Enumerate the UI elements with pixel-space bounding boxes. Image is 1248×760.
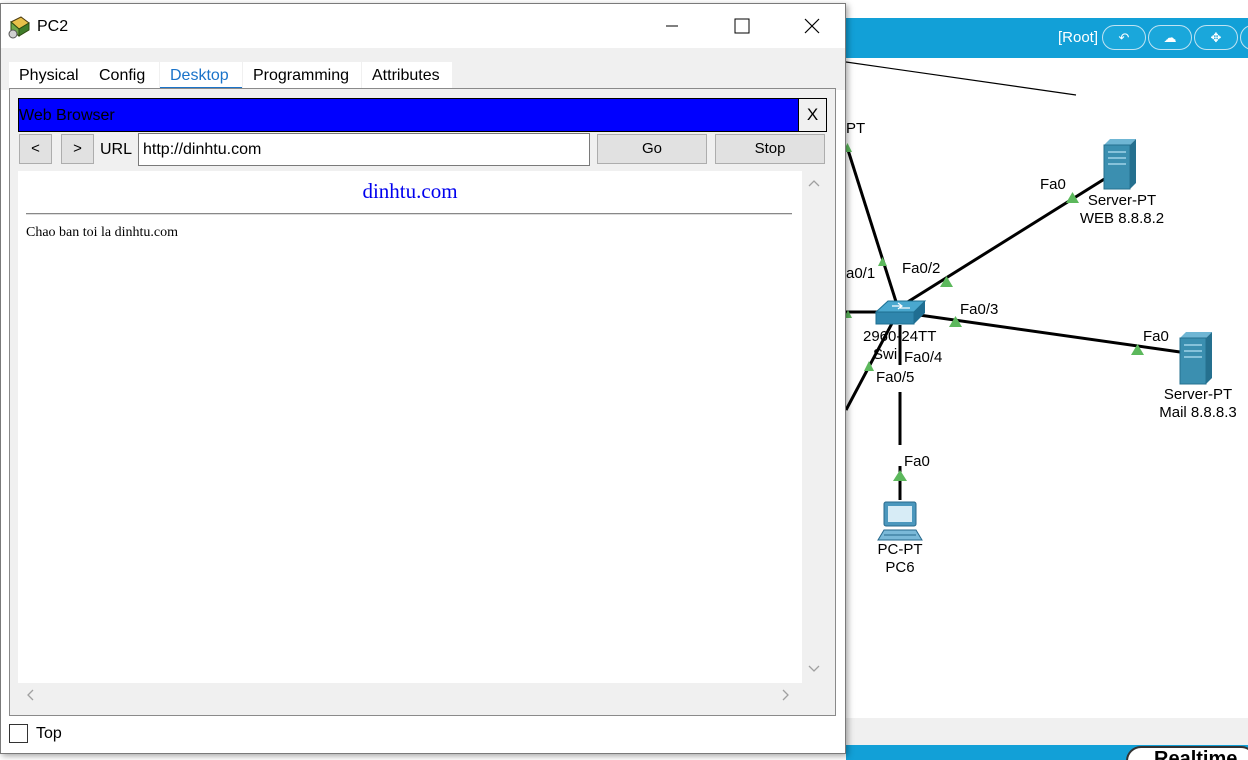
port-label: Fa0/2 [902, 260, 941, 277]
page-heading: dinhtu.com [362, 179, 458, 203]
device-label-partial: PT [846, 120, 866, 137]
server-icon [1179, 332, 1212, 385]
device-type-label: PC-PT [877, 541, 923, 558]
window-title: PC2 [37, 18, 69, 35]
port-label: Fa0/3 [960, 301, 999, 318]
close-button[interactable] [777, 4, 847, 48]
page-body-text: Chao ban toi la dinhtu.com [26, 225, 179, 240]
port-label: a0/1 [846, 265, 876, 282]
horizontal-scrollbar[interactable] [18, 683, 802, 707]
device-type-label: Server-PT [1163, 386, 1233, 403]
vertical-scrollbar[interactable] [802, 171, 826, 683]
tab-attributes[interactable]: Attributes [362, 62, 452, 90]
forward-button[interactable]: > [61, 134, 94, 164]
desktop-panel: Web Browser X < > URL Go Stop dinhtu.com… [9, 88, 836, 716]
device-label-mail-server: Server-PT Mail 8.8.8.3 [1159, 386, 1237, 422]
go-button[interactable]: Go [597, 134, 707, 164]
device-type-label: Server-PT [1087, 192, 1157, 209]
tab-programming[interactable]: Programming [243, 62, 361, 90]
screen: [Root] ↶ ☁ ✥ PT Fa0 Server-PT WEB 8.8.8.… [0, 0, 1248, 760]
web-browser-titlebar: Web Browser X [18, 98, 827, 132]
pc2-device-window: PC2 Physical Config Desktop Programming … [0, 3, 846, 754]
url-input[interactable] [138, 133, 590, 166]
tab-config[interactable]: Config [89, 62, 159, 90]
port-label: Fa0 [1143, 328, 1169, 345]
device-label-pc6: PC-PT PC6 [878, 541, 923, 577]
maximize-icon [734, 18, 750, 34]
maximize-button[interactable] [707, 4, 777, 48]
port-label: Fa0 [1040, 176, 1066, 193]
realtime-label: Realtime [1154, 748, 1238, 760]
url-label: URL [100, 141, 133, 158]
pc-config-icon [8, 16, 30, 39]
server-icon [1103, 139, 1136, 190]
page-divider [26, 213, 792, 215]
port-label: Fa0 [904, 453, 930, 470]
port-indicator-fa0-1 [878, 257, 887, 266]
scroll-right-icon[interactable] [782, 689, 790, 701]
back-button[interactable]: < [19, 134, 52, 164]
switch-icon [874, 300, 927, 325]
workspace-scroll-area [846, 718, 1248, 745]
device-tabs: Physical Config Desktop Programming Attr… [1, 48, 845, 90]
close-icon [804, 18, 820, 34]
device-name-label: Mail 8.8.8.3 [1159, 404, 1237, 421]
link-fa0-1 [846, 149, 900, 309]
link-top [845, 61, 1077, 96]
port-label: Fa0/4 [904, 349, 943, 366]
scroll-left-icon[interactable] [26, 689, 34, 701]
top-checkbox[interactable] [9, 724, 28, 743]
device-name-label: WEB 8.8.8.2 [1079, 210, 1165, 227]
port-indicator-fa0-pc6 [893, 470, 907, 481]
stop-button[interactable]: Stop [715, 134, 825, 164]
switch-name-label: Swi [873, 346, 898, 363]
device-label-web-server: Server-PT WEB 8.8.8.2 [1080, 192, 1164, 228]
top-label: Top [36, 725, 62, 742]
web-browser-title: Web Browser [19, 107, 115, 124]
port-label: Fa0/5 [876, 369, 915, 386]
pc-icon [877, 501, 923, 541]
tab-desktop[interactable]: Desktop [160, 62, 242, 90]
browser-page-view: dinhtu.com Chao ban toi la dinhtu.com [18, 171, 802, 683]
window-titlebar[interactable]: PC2 [1, 4, 845, 48]
tab-physical[interactable]: Physical [9, 62, 89, 90]
browser-close-button[interactable]: X [798, 99, 826, 131]
realtime-mode-button[interactable]: Realtime [1126, 746, 1248, 760]
scroll-up-icon[interactable] [808, 179, 820, 187]
switch-model-label: 2960-24TT [863, 328, 937, 345]
device-name-label: PC6 [885, 559, 915, 576]
scroll-down-icon[interactable] [808, 665, 820, 673]
minimize-button[interactable] [637, 4, 707, 48]
minimize-icon [666, 25, 678, 27]
